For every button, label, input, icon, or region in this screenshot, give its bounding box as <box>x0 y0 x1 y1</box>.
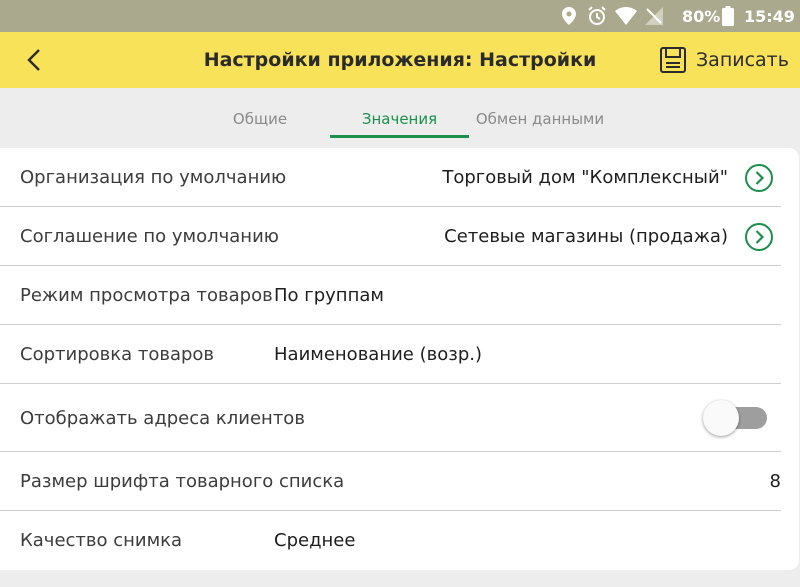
setting-value: Торговый дом "Комплексный" <box>442 167 728 188</box>
open-agreement-button[interactable] <box>744 222 774 252</box>
page-title: Настройки приложения: Настройки <box>203 49 597 71</box>
toolbar: Настройки приложения: Настройки Записать <box>0 32 800 88</box>
chevron-right-circle-icon <box>745 164 773 192</box>
setting-photo-quality[interactable]: Качество снимка Среднее <box>0 511 781 570</box>
setting-label: Сортировка товаров <box>20 344 215 365</box>
setting-label: Режим просмотра товаров <box>20 285 273 306</box>
back-button[interactable] <box>14 42 54 78</box>
setting-label: Соглашение по умолчанию <box>20 226 279 247</box>
setting-value: По группам <box>274 285 384 306</box>
clock: 15:49 <box>744 6 795 26</box>
setting-show-client-addresses: Отображать адреса клиентов <box>0 384 781 452</box>
setting-label: Качество снимка <box>20 530 183 551</box>
setting-value: 8 <box>769 471 781 492</box>
setting-label: Отображать адреса клиентов <box>20 407 305 429</box>
setting-default-agreement[interactable]: Соглашение по умолчанию Сетевые магазины… <box>0 207 781 266</box>
status-bar: 80% 15:49 <box>0 0 800 32</box>
tab-data-exchange[interactable]: Обмен данными <box>470 100 610 138</box>
location-icon <box>562 0 576 32</box>
tab-values[interactable]: Значения <box>330 100 469 138</box>
alarm-icon <box>587 0 607 32</box>
chevron-right-circle-icon <box>745 223 773 251</box>
battery-icon <box>722 0 734 32</box>
save-button[interactable]: Записать <box>660 40 792 80</box>
setting-value: Сетевые магазины (продажа) <box>444 226 728 247</box>
settings-card: Организация по умолчанию Торговый дом "К… <box>0 148 799 570</box>
battery-percent: 80% <box>682 6 721 26</box>
tab-label: Обмен данными <box>475 110 605 128</box>
no-signal-icon <box>645 0 663 32</box>
tab-label: Общие <box>232 110 288 128</box>
wifi-icon <box>615 0 637 32</box>
setting-label: Организация по умолчанию <box>20 167 287 188</box>
setting-view-mode[interactable]: Режим просмотра товаров По группам <box>0 266 781 325</box>
setting-font-size[interactable]: Размер шрифта товарного списка 8 <box>0 452 781 511</box>
tab-general[interactable]: Общие <box>200 100 320 138</box>
setting-value: Наименование (возр.) <box>274 344 482 365</box>
setting-value: Среднее <box>274 530 356 551</box>
setting-label: Размер шрифта товарного списка <box>20 471 345 492</box>
toggle-knob <box>703 400 739 436</box>
save-button-label: Записать <box>696 49 789 71</box>
show-addresses-toggle[interactable] <box>703 398 767 438</box>
setting-sorting[interactable]: Сортировка товаров Наименование (возр.) <box>0 325 781 384</box>
chevron-left-icon <box>27 49 40 71</box>
floppy-disk-icon <box>660 47 686 73</box>
setting-default-organization[interactable]: Организация по умолчанию Торговый дом "К… <box>0 148 781 207</box>
tab-label: Значения <box>361 110 438 128</box>
open-organization-button[interactable] <box>744 163 774 193</box>
